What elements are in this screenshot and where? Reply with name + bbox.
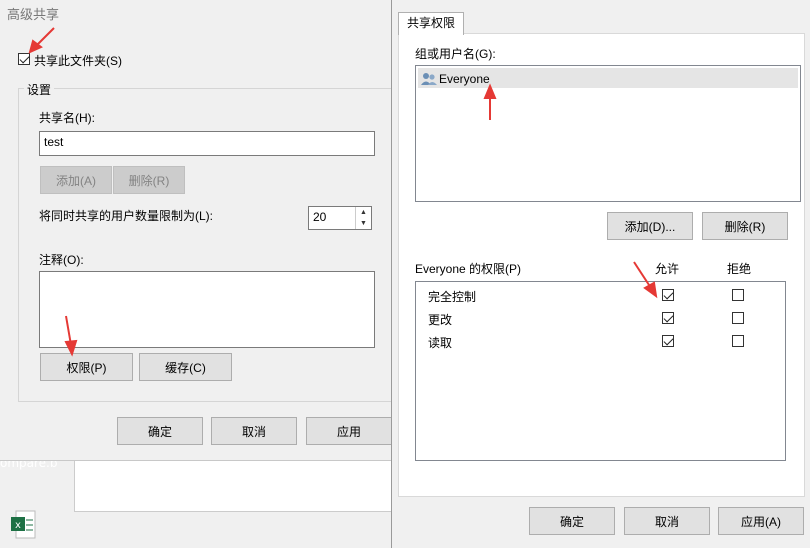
arrowhead bbox=[64, 339, 78, 357]
arrowhead bbox=[643, 281, 658, 299]
arrow-share-checkbox bbox=[35, 27, 55, 47]
arrowhead bbox=[483, 83, 497, 99]
arrow-full-control bbox=[633, 261, 652, 289]
annotation-arrows bbox=[28, 27, 658, 357]
